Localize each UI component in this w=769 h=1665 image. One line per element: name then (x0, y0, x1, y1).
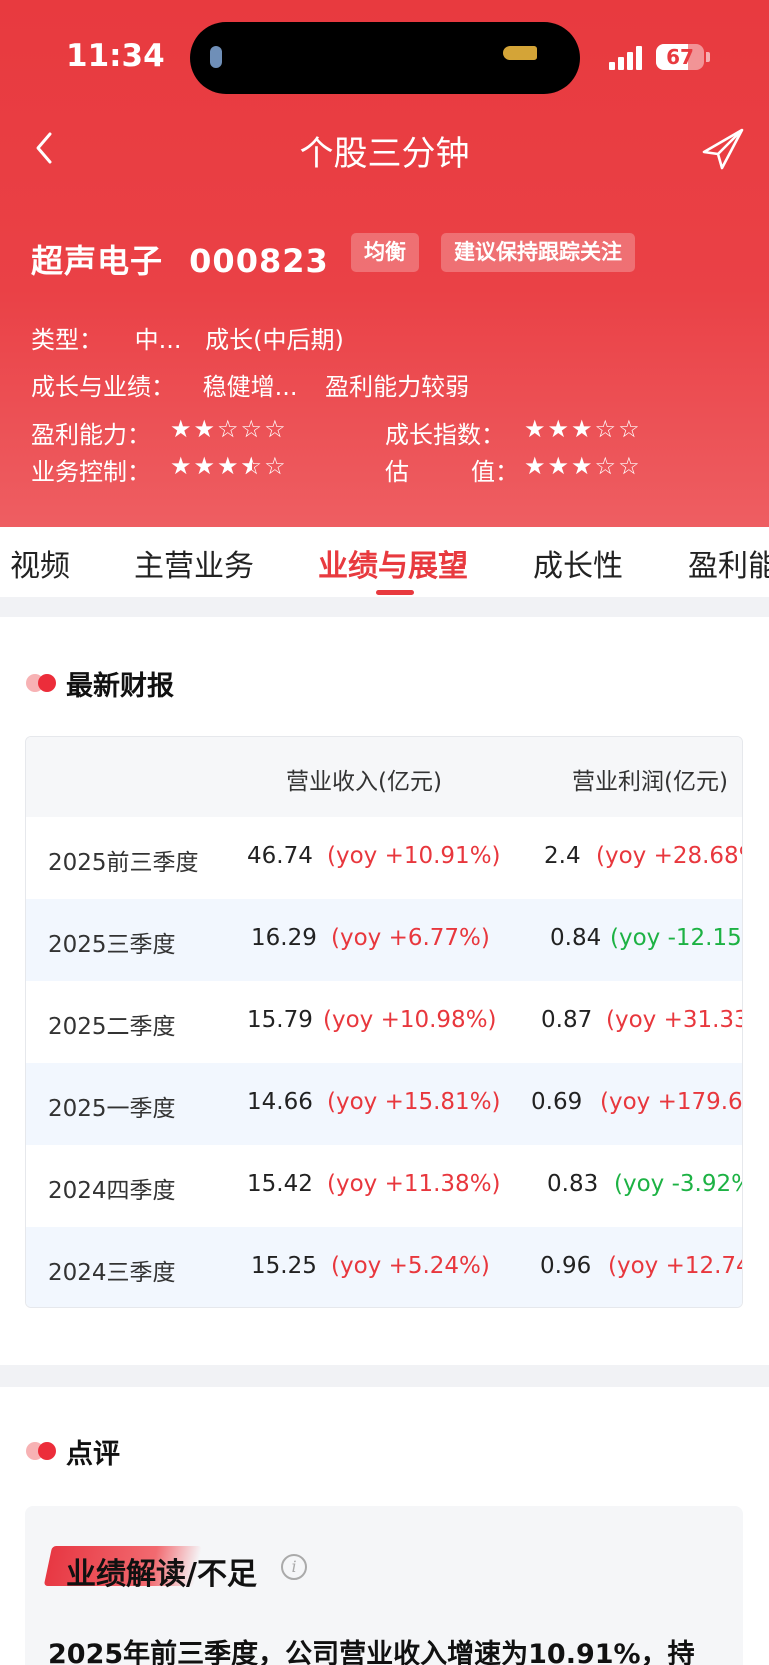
operating-profit-yoy-cell: (yoy -3.92% (614, 1171, 743, 1197)
growth-value: 稳健增... (202, 373, 298, 401)
rating-stars-profitability: ★★☆☆☆ (170, 415, 288, 443)
operating-profit-cell: 0.84 (550, 925, 602, 951)
rating-label-valuation: 估 值： (385, 458, 519, 486)
stock-name: 超声电子 (31, 242, 164, 280)
table-row: 2024四季度 15.42 (yoy +11.38%) 0.83 (yoy -3.92% (26, 1145, 742, 1227)
section-divider (0, 1365, 769, 1387)
revenue-cell: 15.42 (247, 1171, 313, 1197)
advice-tag: 建议保持跟踪关注 (441, 233, 635, 272)
revenue-yoy-cell: (yoy +10.98%) (323, 1007, 497, 1033)
section-marker-icon (26, 672, 60, 694)
review-heading-highlight-text: 业绩解读 (66, 1557, 186, 1592)
section-tabs: 视频 主营业务 业绩与展望 成长性 盈利能 (0, 527, 769, 597)
growth-label: 成长与业绩： (31, 373, 175, 401)
table-row: 2025二季度 15.79 (yoy +10.98%) 0.87 (yoy +31.33… (26, 981, 742, 1063)
stock-header: 11:34 67 个股三分钟 超声电子 000823 均衡 建议保持跟踪关注 类… (0, 0, 769, 527)
status-time: 11:34 (66, 38, 165, 74)
period-cell: 2025三季度 (48, 932, 176, 958)
revenue-cell: 15.79 (247, 1007, 313, 1033)
financial-report-table: 营业收入(亿元) 营业利润(亿元) 2025前三季度 46.74 (yoy +10.… (25, 736, 743, 1308)
tab-video[interactable]: 视频 (10, 541, 70, 585)
tab-profitability[interactable]: 盈利能 (688, 541, 769, 585)
revenue-yoy-cell: (yoy +6.77%) (331, 925, 490, 951)
revenue-cell: 15.25 (251, 1253, 317, 1279)
cellular-signal-icon (609, 46, 645, 70)
tab-growth[interactable]: 成长性 (533, 541, 623, 585)
operating-profit-cell: 0.96 (540, 1253, 592, 1279)
period-cell: 2025前三季度 (48, 850, 199, 876)
table-row: 2024三季度 15.25 (yoy +5.24%) 0.96 (yoy +12.74% (26, 1227, 742, 1307)
type-value-stage: 成长(中后期) (205, 326, 344, 354)
style-tag: 均衡 (351, 233, 419, 272)
rating-label-business-control: 业务控制： (31, 458, 151, 486)
tab-performance-outlook[interactable]: 业绩与展望 (318, 541, 468, 585)
table-row: 2025一季度 14.66 (yoy +15.81%) 0.69 (yoy +179.6… (26, 1063, 742, 1145)
period-cell: 2024三季度 (48, 1260, 176, 1286)
type-row: 类型： 中... 成长(中后期) (31, 320, 344, 355)
growth-row: 成长与业绩： 稳健增... 盈利能力较弱 (31, 367, 469, 402)
operating-profit-cell: 2.4 (544, 843, 581, 869)
active-tab-indicator (376, 590, 414, 595)
section-title-review: 点评 (66, 1439, 120, 1470)
operating-profit-cell: 0.69 (531, 1089, 583, 1115)
type-label: 类型： (31, 326, 103, 354)
share-icon[interactable] (700, 126, 746, 172)
operating-profit-cell: 0.83 (547, 1171, 599, 1197)
revenue-cell: 46.74 (247, 843, 313, 869)
type-value-industry: 中... (134, 326, 182, 354)
stock-code: 000823 (189, 242, 329, 280)
table-row: 2025三季度 16.29 (yoy +6.77%) 0.84 (yoy -12.15% (26, 899, 742, 981)
operating-profit-yoy-cell: (yoy +31.33% (606, 1007, 742, 1033)
period-cell: 2025二季度 (48, 1014, 176, 1040)
revenue-yoy-cell: (yoy +10.91%) (327, 843, 501, 869)
island-indicator-icon (210, 46, 222, 68)
rating-stars-valuation: ★★★☆☆ (524, 452, 642, 480)
page-title: 个股三分钟 (299, 134, 470, 174)
table-row: 2025前三季度 46.74 (yoy +10.91%) 2.4 (yoy +28.68… (26, 817, 742, 899)
tab-main-business[interactable]: 主营业务 (134, 541, 254, 585)
column-header-operating-profit: 营业利润(亿元) (572, 769, 728, 795)
stock-title: 超声电子 000823 (31, 236, 329, 282)
battery-level: 67 (666, 45, 694, 69)
section-title-latest-report: 最新财报 (66, 671, 174, 702)
rating-stars-business-control: ★★★☆★☆ (170, 452, 288, 480)
island-fish-icon (503, 46, 537, 60)
section-marker-icon (26, 1440, 60, 1462)
operating-profit-yoy-cell: (yoy +179.66 (600, 1089, 743, 1115)
battery-icon: 67 (656, 44, 704, 70)
profitability-value: 盈利能力较弱 (325, 373, 470, 401)
period-cell: 2025一季度 (48, 1096, 176, 1122)
review-heading-rest: /不足 (186, 1557, 257, 1592)
review-heading: 业绩解读/不足 (66, 1549, 257, 1593)
rating-label-growth: 成长指数： (385, 421, 505, 449)
dynamic-island (190, 22, 580, 94)
revenue-yoy-cell: (yoy +11.38%) (327, 1171, 501, 1197)
column-header-revenue: 营业收入(亿元) (286, 769, 442, 795)
revenue-yoy-cell: (yoy +5.24%) (331, 1253, 490, 1279)
info-icon[interactable]: i (281, 1554, 307, 1580)
revenue-cell: 14.66 (247, 1089, 313, 1115)
operating-profit-cell: 0.87 (541, 1007, 593, 1033)
review-text: 2025年前三季度，公司营业收入增速为10.91%，持 (48, 1639, 695, 1665)
operating-profit-yoy-cell: (yoy +12.74% (608, 1253, 742, 1279)
operating-profit-yoy-cell: (yoy -12.15% (610, 925, 742, 951)
revenue-yoy-cell: (yoy +15.81%) (327, 1089, 501, 1115)
section-divider (0, 597, 769, 617)
period-cell: 2024四季度 (48, 1178, 176, 1204)
revenue-cell: 16.29 (251, 925, 317, 951)
table-header: 营业收入(亿元) 营业利润(亿元) (26, 737, 742, 817)
rating-label-profitability: 盈利能力： (31, 421, 151, 449)
operating-profit-yoy-cell: (yoy +28.68% (596, 843, 742, 869)
rating-stars-growth: ★★★☆☆ (524, 415, 642, 443)
